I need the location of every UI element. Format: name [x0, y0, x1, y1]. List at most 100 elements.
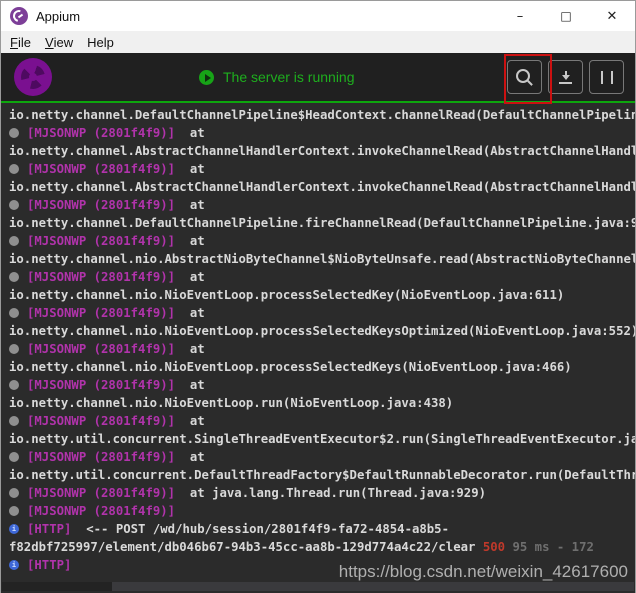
horizontal-scrollbar[interactable]: [2, 582, 634, 591]
log-line: io.netty.util.concurrent.DefaultThreadFa…: [9, 466, 635, 484]
log-tag: [MJSONWP (2801f4f9)]: [27, 234, 175, 248]
log-text: io.netty.channel.AbstractChannelHandlerC…: [9, 144, 635, 158]
title-bar: Appium – □ ✕: [1, 1, 635, 31]
log-text: io.netty.util.concurrent.SingleThreadEve…: [9, 432, 635, 446]
server-status: The server is running: [199, 53, 355, 101]
log-text: at: [175, 234, 205, 248]
log-line: io.netty.channel.nio.NioEventLoop.proces…: [9, 358, 635, 376]
log-text: at: [175, 198, 205, 212]
log-line: [MJSONWP (2801f4f9)] at: [9, 376, 635, 394]
log-tag: [MJSONWP (2801f4f9)]: [27, 198, 175, 212]
horizontal-scrollbar-thumb[interactable]: [112, 582, 634, 591]
menu-file-rest: ile: [18, 35, 31, 50]
log-text: io.netty.util.concurrent.DefaultThreadFa…: [9, 468, 635, 482]
maximize-button[interactable]: □: [543, 1, 589, 31]
debug-icon: [9, 236, 19, 246]
log-line: io.netty.util.concurrent.SingleThreadEve…: [9, 430, 635, 448]
log-line: io.netty.channel.nio.NioEventLoop.proces…: [9, 322, 635, 340]
debug-icon: [9, 506, 19, 516]
log-tag: [MJSONWP (2801f4f9)]: [27, 306, 175, 320]
menu-view-accel: V: [45, 35, 54, 50]
log-tag: [MJSONWP (2801f4f9)]: [27, 126, 175, 140]
log-line: io.netty.channel.DefaultChannelPipeline.…: [9, 214, 635, 232]
download-icon: [559, 71, 572, 84]
window-title: Appium: [36, 9, 80, 24]
window-controls: – □ ✕: [497, 1, 635, 31]
log-line: [MJSONWP (2801f4f9)] at: [9, 124, 635, 142]
log-line: [MJSONWP (2801f4f9)] at: [9, 340, 635, 358]
log-tag: [MJSONWP (2801f4f9)]: [27, 504, 175, 518]
log-line: [MJSONWP (2801f4f9)] at: [9, 196, 635, 214]
log-line: io.netty.channel.nio.AbstractNioByteChan…: [9, 250, 635, 268]
log-text: <-- POST /wd/hub/session/2801f4f9-fa72-4…: [71, 522, 449, 536]
menu-file-accel: F: [10, 35, 18, 50]
log-text: io.netty.channel.AbstractChannelHandlerC…: [9, 180, 635, 194]
minimize-button[interactable]: –: [497, 1, 543, 31]
log-tag: [MJSONWP (2801f4f9)]: [27, 162, 175, 176]
debug-icon: [9, 164, 19, 174]
watermark: https://blog.csdn.net/weixin_42617600: [339, 562, 628, 582]
log-tag: [MJSONWP (2801f4f9)]: [27, 486, 175, 500]
log-tag: [MJSONWP (2801f4f9)]: [27, 342, 175, 356]
info-icon: i: [9, 524, 19, 534]
log-line: [MJSONWP (2801f4f9)] at: [9, 412, 635, 430]
menu-view[interactable]: View: [38, 31, 80, 53]
log-line: [MJSONWP (2801f4f9)] at java.lang.Thread…: [9, 484, 635, 502]
debug-icon: [9, 416, 19, 426]
log-text: at java.lang.Thread.run(Thread.java:929): [175, 486, 486, 500]
pause-server-button[interactable]: [589, 60, 624, 94]
log-line: [MJSONWP (2801f4f9)] at: [9, 160, 635, 178]
log-text: io.netty.channel.nio.AbstractNioByteChan…: [9, 252, 635, 266]
log[interactable]: io.netty.channel.DefaultChannelPipeline$…: [1, 103, 635, 593]
log-text: io.netty.channel.nio.NioEventLoop.proces…: [9, 324, 635, 338]
log-tag: [HTTP]: [27, 558, 71, 572]
debug-icon: [9, 380, 19, 390]
log-line: io.netty.channel.AbstractChannelHandlerC…: [9, 178, 635, 196]
debug-icon: [9, 200, 19, 210]
menu-view-rest: iew: [54, 35, 74, 50]
pause-icon: [601, 71, 613, 84]
debug-icon: [9, 128, 19, 138]
log-line: [MJSONWP (2801f4f9)] at: [9, 448, 635, 466]
debug-icon: [9, 452, 19, 462]
menu-help-rest: Help: [87, 35, 114, 50]
log-status-code: 500: [475, 540, 505, 554]
menu-file[interactable]: File: [3, 31, 38, 53]
download-logs-button[interactable]: [548, 60, 583, 94]
log-text: io.netty.channel.nio.NioEventLoop.run(Ni…: [9, 396, 453, 410]
log-text: f82dbf725997/element/db046b67-94b3-45cc-…: [9, 540, 475, 554]
log-line: [MJSONWP (2801f4f9)] at: [9, 304, 635, 322]
search-button-highlight: [504, 54, 552, 104]
log-text: at: [175, 378, 205, 392]
play-icon: [199, 70, 214, 85]
log-text: at: [175, 414, 205, 428]
log-text: io.netty.channel.nio.NioEventLoop.proces…: [9, 360, 572, 374]
log-timing: 95 ms - 172: [505, 540, 594, 554]
debug-icon: [9, 272, 19, 282]
log-text: at: [175, 126, 205, 140]
close-button[interactable]: ✕: [589, 1, 635, 31]
log-text: at: [175, 306, 205, 320]
log-tag: [MJSONWP (2801f4f9)]: [27, 450, 175, 464]
appium-app-icon: [10, 7, 28, 25]
log-text: io.netty.channel.DefaultChannelPipeline$…: [9, 108, 635, 122]
log-line: f82dbf725997/element/db046b67-94b3-45cc-…: [9, 538, 635, 556]
log-line: i [HTTP] <-- POST /wd/hub/session/2801f4f…: [9, 520, 635, 538]
log-text: at: [175, 450, 205, 464]
server-status-text: The server is running: [223, 69, 355, 85]
log-text: at: [175, 270, 205, 284]
log-text: io.netty.channel.DefaultChannelPipeline.…: [9, 216, 635, 230]
debug-icon: [9, 344, 19, 354]
log-line: [MJSONWP (2801f4f9)] at: [9, 268, 635, 286]
menu-help[interactable]: Help: [80, 31, 121, 53]
log-tag: [HTTP]: [27, 522, 71, 536]
debug-icon: [9, 488, 19, 498]
menu-bar: File View Help: [1, 31, 635, 53]
log-line: [MJSONWP (2801f4f9)]: [9, 502, 635, 520]
log-text: io.netty.channel.nio.NioEventLoop.proces…: [9, 288, 564, 302]
log-line: io.netty.channel.nio.NioEventLoop.run(Ni…: [9, 394, 635, 412]
log-text: at: [175, 162, 205, 176]
debug-icon: [9, 308, 19, 318]
log-tag: [MJSONWP (2801f4f9)]: [27, 378, 175, 392]
log-line: [MJSONWP (2801f4f9)] at: [9, 232, 635, 250]
